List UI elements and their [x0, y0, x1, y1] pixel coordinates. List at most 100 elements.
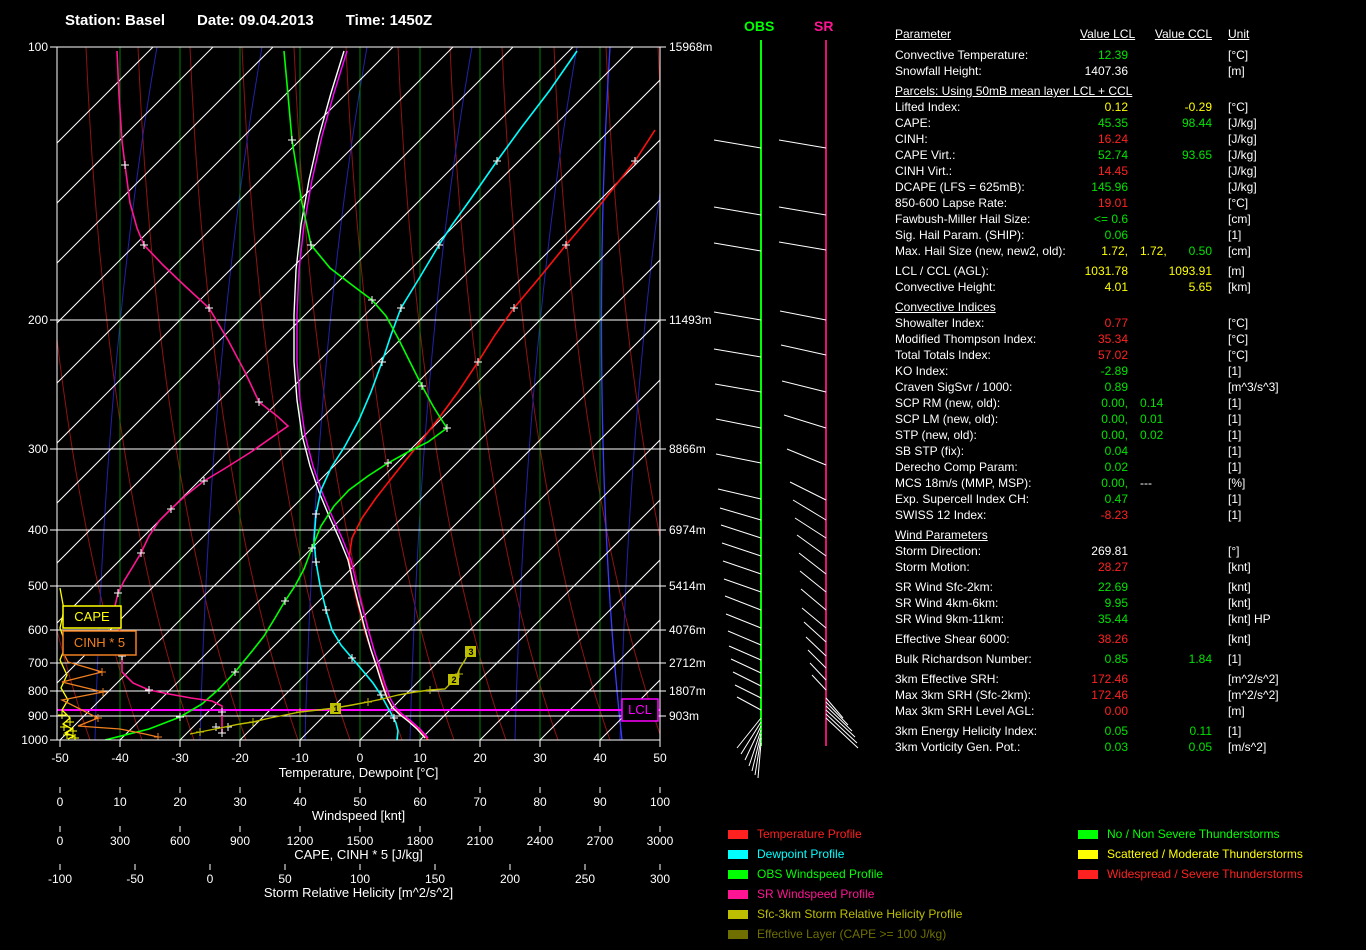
param-unit: [°C]: [1228, 47, 1248, 63]
axis-tick-label: 20: [173, 795, 187, 809]
profile-point-marker: [145, 686, 153, 694]
cinh-profile: [62, 656, 158, 737]
profile-point-marker: [418, 382, 426, 390]
param-value-ccl: -0.29: [1128, 99, 1212, 115]
profile-point-marker: [196, 728, 204, 736]
axis-tick-label: -10: [291, 751, 309, 765]
table-row: KO Index:-2.89[1]: [895, 363, 1279, 379]
table-row: Total Totals Index:57.02[°C]: [895, 347, 1279, 363]
param-value-ccl-num: -0.29: [1185, 99, 1212, 115]
profile-point-marker: [312, 510, 320, 518]
param-value-lcl: 0.12: [1080, 99, 1128, 115]
param-value-ccl-num: 0.50: [1189, 243, 1212, 259]
axis-tick-label: 40: [593, 751, 607, 765]
isotherm-line: [60, 47, 753, 740]
param-value-lcl: 38.26: [1080, 631, 1128, 647]
table-row: SR Wind 4km-6km:9.95[knt]: [895, 595, 1279, 611]
param-value-ccl: 5.65: [1128, 279, 1212, 295]
moist-adiabat-line: [725, 47, 787, 740]
param-value-lcl: 0.00,: [1080, 427, 1128, 443]
dry-adiabat-line: [762, 47, 870, 740]
profile-point-marker: [121, 161, 129, 169]
param-label: 3km Vorticity Gen. Pot.:: [895, 739, 1080, 755]
wind-barb: [716, 454, 761, 463]
wind-barb: [790, 482, 826, 500]
param-unit: [knt] HP: [1228, 611, 1271, 627]
param-value-lcl: 14.45: [1080, 163, 1128, 179]
param-unit: [m]: [1228, 263, 1245, 279]
isotherm-line: [240, 47, 933, 740]
profile-point-marker: [176, 713, 184, 721]
profile-point-marker: [114, 589, 122, 597]
table-row: SCP RM (new, old):0.00,0.14[1]: [895, 395, 1279, 411]
windspeed-axis: 0102030405060708090100Windspeed [knt]: [57, 787, 671, 823]
srh-axis: -100-50050100150200250300Storm Relative …: [48, 864, 670, 900]
param-value-lcl: 45.35: [1080, 115, 1128, 131]
param-label: SB STP (fix):: [895, 443, 1080, 459]
param-value-lcl: 16.24: [1080, 131, 1128, 147]
param-value-lcl: 35.44: [1080, 611, 1128, 627]
param-unit: [J/kg]: [1228, 179, 1257, 195]
param-value-lcl: -8.23: [1080, 507, 1128, 523]
param-unit: [J/kg]: [1228, 147, 1257, 163]
param-value-ccl-num: 5.65: [1189, 279, 1212, 295]
wind-barb: [737, 697, 761, 710]
axis-tick-label: 80: [533, 795, 547, 809]
param-value-lcl: 0.00: [1080, 703, 1128, 719]
altitude-tick-label: 8866m: [669, 442, 706, 456]
axis-tick-label: 250: [575, 872, 595, 886]
param-unit: [m^2/s^2]: [1228, 671, 1279, 687]
param-value-ccl: 93.65: [1128, 147, 1212, 163]
pressure-tick-label: 700: [28, 656, 48, 670]
param-label: 850-600 Lapse Rate:: [895, 195, 1080, 211]
param-label: CAPE Virt.:: [895, 147, 1080, 163]
table-row: Max 3km SRH Level AGL:0.00[m]: [895, 703, 1279, 719]
profile-point-marker: [322, 606, 330, 614]
pressure-tick-label: 500: [28, 579, 48, 593]
param-value-lcl: 12.39: [1080, 47, 1128, 63]
legend-label: No / Non Severe Thunderstorms: [1107, 827, 1280, 841]
axis-tick-label: 50: [278, 872, 292, 886]
param-unit: [m^3/s^3]: [1228, 379, 1279, 395]
sounding-profiles: 123: [58, 51, 655, 742]
param-value-lcl: <= 0.6: [1080, 211, 1128, 227]
wind-barb: [733, 672, 761, 686]
pressure-tick-label: 600: [28, 623, 48, 637]
axis-tick-label: 300: [110, 834, 130, 848]
param-value-lcl: 172.46: [1080, 671, 1128, 687]
param-value-ccl: ---: [1128, 475, 1212, 491]
table-row: SR Wind 9km-11km:35.44[knt] HP: [895, 611, 1279, 627]
param-value-secondary: ---: [1128, 475, 1152, 491]
param-value-secondary: 1.72,: [1128, 243, 1167, 259]
cinh-label-box-label: CINH * 5: [74, 635, 125, 650]
profile-point-marker: [378, 358, 386, 366]
param-value-lcl: 0.89: [1080, 379, 1128, 395]
table-row: SR Wind Sfc-2km:22.69[knt]: [895, 579, 1279, 595]
wind-barb: [715, 384, 761, 392]
wind-barb: [802, 608, 826, 628]
profile-point-marker: [384, 459, 392, 467]
dry-adiabat-line: [710, 47, 818, 740]
wind-barb: [826, 706, 852, 731]
legend-swatch-icon: [1078, 850, 1098, 859]
profile-legend: Temperature ProfileDewpoint ProfileOBS W…: [728, 824, 962, 944]
legend-swatch-icon: [728, 830, 748, 839]
param-label: Max. Hail Size (new, new2, old):: [895, 243, 1080, 259]
wind-barb: [729, 646, 761, 660]
param-value-secondary: 0.01: [1128, 411, 1163, 427]
axis-tick-label: 100: [650, 795, 670, 809]
param-unit: [knt]: [1228, 631, 1251, 647]
param-label: Bulk Richardson Number:: [895, 651, 1080, 667]
pressure-tick-label: 300: [28, 442, 48, 456]
col-header-parameter: Parameter: [895, 26, 1080, 44]
section-title: Convective Indices: [895, 299, 1279, 315]
param-unit: [1]: [1228, 443, 1241, 459]
param-value-lcl: 0.06: [1080, 227, 1128, 243]
temperature-profile: [349, 130, 655, 740]
altitude-tick-label: 903m: [669, 709, 699, 723]
param-value-ccl-num: 1093.91: [1169, 263, 1212, 279]
profile-point-marker: [288, 136, 296, 144]
axis-title: Temperature, Dewpoint [°C]: [279, 765, 439, 780]
param-value-lcl: 1407.36: [1080, 63, 1128, 79]
cape-label-box-label: CAPE: [74, 609, 110, 624]
